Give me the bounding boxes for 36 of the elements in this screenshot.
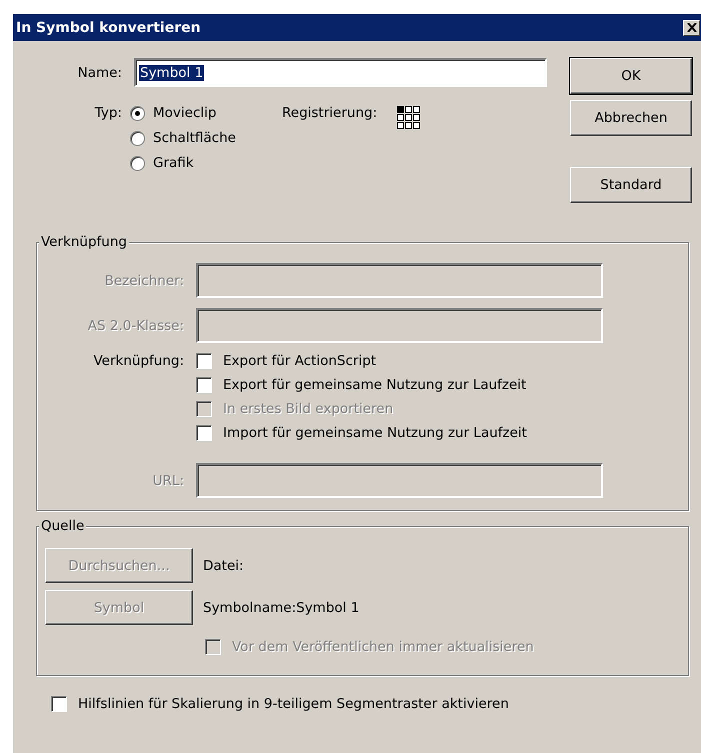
field-label: Bezeichner: [104, 272, 184, 288]
name-value: Symbol 1 [139, 64, 204, 80]
group-title: Quelle [39, 518, 86, 534]
radio-option[interactable]: Movieclip [130, 105, 282, 121]
checkbox-label: Hilfslinien für Skalierung in 9-teiligem Segmentraster aktivieren [78, 696, 509, 712]
checkbox-label: Import für gemeinsame Nutzung zur Laufzeit [223, 425, 527, 441]
radio-button[interactable] [130, 130, 145, 146]
source-text: Datei: [203, 558, 244, 574]
url-label: URL: [152, 472, 184, 488]
checkbox[interactable] [51, 696, 67, 712]
source-text: Symbolname:Symbol 1 [203, 600, 360, 616]
checkbox-label: Vor dem Veröffentlichen immer aktualisieren [232, 639, 534, 655]
checkbox-label: In erstes Bild exportieren [223, 401, 394, 417]
dialog-button[interactable]: Standard [570, 167, 692, 203]
window-title: In Symbol konvertieren [16, 20, 201, 36]
close-icon [686, 23, 696, 32]
dialog-button[interactable]: OK [570, 58, 692, 94]
checkbox[interactable] [196, 353, 212, 369]
group-title: Verknüpfung [39, 234, 129, 250]
checkbox[interactable] [196, 377, 212, 393]
type-label: Typ: [94, 105, 122, 121]
checkbox-label: Export für gemeinsame Nutzung zur Laufzeit [223, 377, 526, 393]
registration-grid[interactable] [397, 106, 420, 129]
registration-label: Registrierung: [282, 105, 378, 121]
linkage-label: Verknüpfung: [92, 353, 184, 369]
name-field[interactable]: Symbol 1 [134, 58, 547, 87]
name-label: Name: [76, 64, 122, 80]
radio-option[interactable]: Grafik [130, 155, 282, 171]
radio-button[interactable] [130, 156, 145, 170]
dialog-button[interactable]: Abbrechen [570, 100, 692, 136]
checkbox-label: Export für ActionScript [223, 353, 376, 369]
field-label: AS 2.0-Klasse: [86, 318, 184, 334]
radio-option[interactable]: Schaltfläche [130, 130, 282, 146]
close-button[interactable] [683, 20, 700, 36]
radio-button[interactable] [130, 106, 145, 120]
checkbox[interactable] [196, 425, 212, 441]
